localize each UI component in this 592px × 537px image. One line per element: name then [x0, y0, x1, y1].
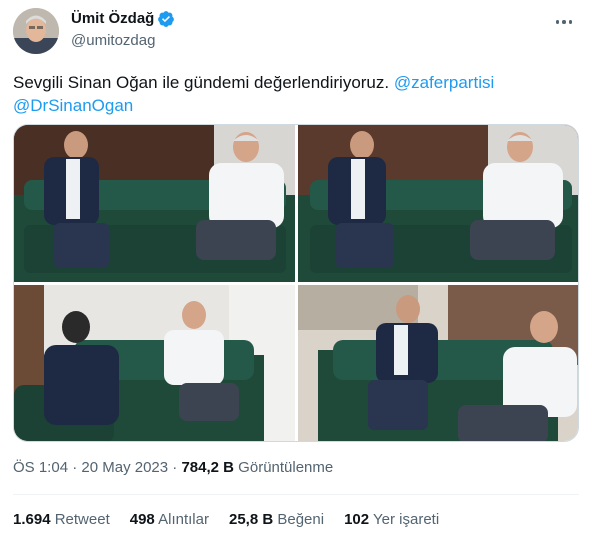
bookmarks-count: 102	[344, 511, 370, 528]
meeting-photo-3[interactable]	[14, 285, 295, 441]
retweets-label: Retweet	[54, 511, 110, 528]
tweet-date[interactable]: 20 May 2023	[81, 459, 168, 476]
likes-label: Beğeni	[277, 511, 325, 528]
quotes-stat[interactable]: 498 Alıntılar	[130, 510, 209, 530]
quotes-label: Alıntılar	[158, 511, 209, 528]
author-avatar[interactable]	[13, 8, 59, 54]
mention-link[interactable]: @DrSinanOgan	[13, 96, 133, 115]
tweet-time[interactable]: ÖS 1:04	[13, 459, 68, 476]
tweet-body: Sevgili Sinan Oğan ile gündemi değerlend…	[13, 73, 394, 92]
author-handle[interactable]: @umitozdag	[71, 31, 155, 51]
author-name[interactable]: Ümit Özdağ	[71, 9, 154, 29]
media-grid	[13, 124, 579, 442]
verified-badge-icon	[157, 10, 175, 28]
retweets-stat[interactable]: 1.694 Retweet	[13, 510, 110, 530]
meeting-photo-2[interactable]	[298, 125, 578, 282]
bookmarks-stat[interactable]: 102 Yer işareti	[344, 510, 439, 530]
tweet-text: Sevgili Sinan Oğan ile gündemi değerlend…	[13, 71, 573, 117]
meeting-photo-1[interactable]	[14, 125, 295, 282]
divider	[13, 494, 579, 495]
mention-link[interactable]: @zaferpartisi	[394, 73, 494, 92]
meta-separator: ·	[168, 459, 182, 476]
author-name-row[interactable]: Ümit Özdağ	[71, 9, 175, 29]
views-count: 784,2 B	[181, 459, 235, 476]
bookmarks-label: Yer işareti	[373, 511, 440, 528]
likes-count: 25,8 B	[228, 511, 274, 528]
meta-separator: ·	[68, 459, 82, 476]
more-options-icon[interactable]	[550, 12, 578, 32]
meeting-photo-4[interactable]	[298, 285, 578, 441]
retweets-count: 1.694	[13, 511, 51, 528]
quotes-count: 498	[129, 511, 155, 528]
tweet-meta: ÖS 1:04 · 20 May 2023 · 784,2 B Görüntül…	[13, 458, 333, 478]
views-label: Görüntülenme	[234, 459, 334, 476]
engagement-stats: 1.694 Retweet 498 Alıntılar 25,8 B Beğen…	[13, 510, 439, 530]
likes-stat[interactable]: 25,8 B Beğeni	[229, 510, 324, 530]
